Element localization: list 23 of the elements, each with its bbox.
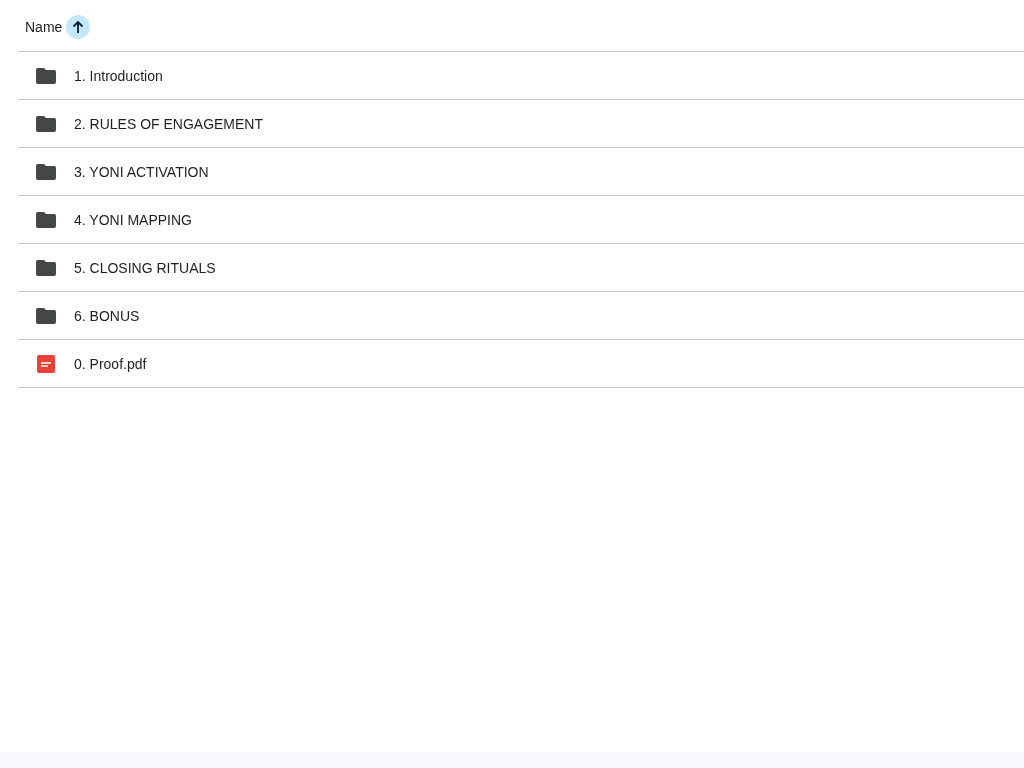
folder-icon xyxy=(36,307,56,324)
folder-icon xyxy=(36,259,56,276)
folder-icon xyxy=(36,211,56,228)
file-name: 5. CLOSING RITUALS xyxy=(74,259,216,276)
file-name: 2. RULES OF ENGAGEMENT xyxy=(74,115,264,132)
pdf-file-icon xyxy=(36,354,56,373)
file-row[interactable]: 0. Proof.pdf xyxy=(18,340,1024,388)
folder-icon xyxy=(36,67,56,84)
file-row[interactable]: 5. CLOSING RITUALS xyxy=(18,244,1024,292)
file-row[interactable]: 2. RULES OF ENGAGEMENT xyxy=(18,100,1024,148)
file-row[interactable]: 4. YONI MAPPING xyxy=(18,196,1024,244)
file-name: 3. YONI ACTIVATION xyxy=(74,163,209,180)
file-row[interactable]: 6. BONUS xyxy=(18,292,1024,340)
file-row[interactable]: 1. Introduction xyxy=(18,52,1024,100)
file-name: 0. Proof.pdf xyxy=(74,355,147,372)
file-row[interactable]: 3. YONI ACTIVATION xyxy=(18,148,1024,196)
folder-icon xyxy=(36,115,56,132)
sort-button[interactable] xyxy=(66,14,91,39)
file-name: 1. Introduction xyxy=(74,67,163,84)
column-header[interactable]: Name xyxy=(25,18,63,35)
file-name: 4. YONI MAPPING xyxy=(74,211,192,228)
file-name: 6. BONUS xyxy=(74,307,140,324)
folder-icon xyxy=(36,163,56,180)
